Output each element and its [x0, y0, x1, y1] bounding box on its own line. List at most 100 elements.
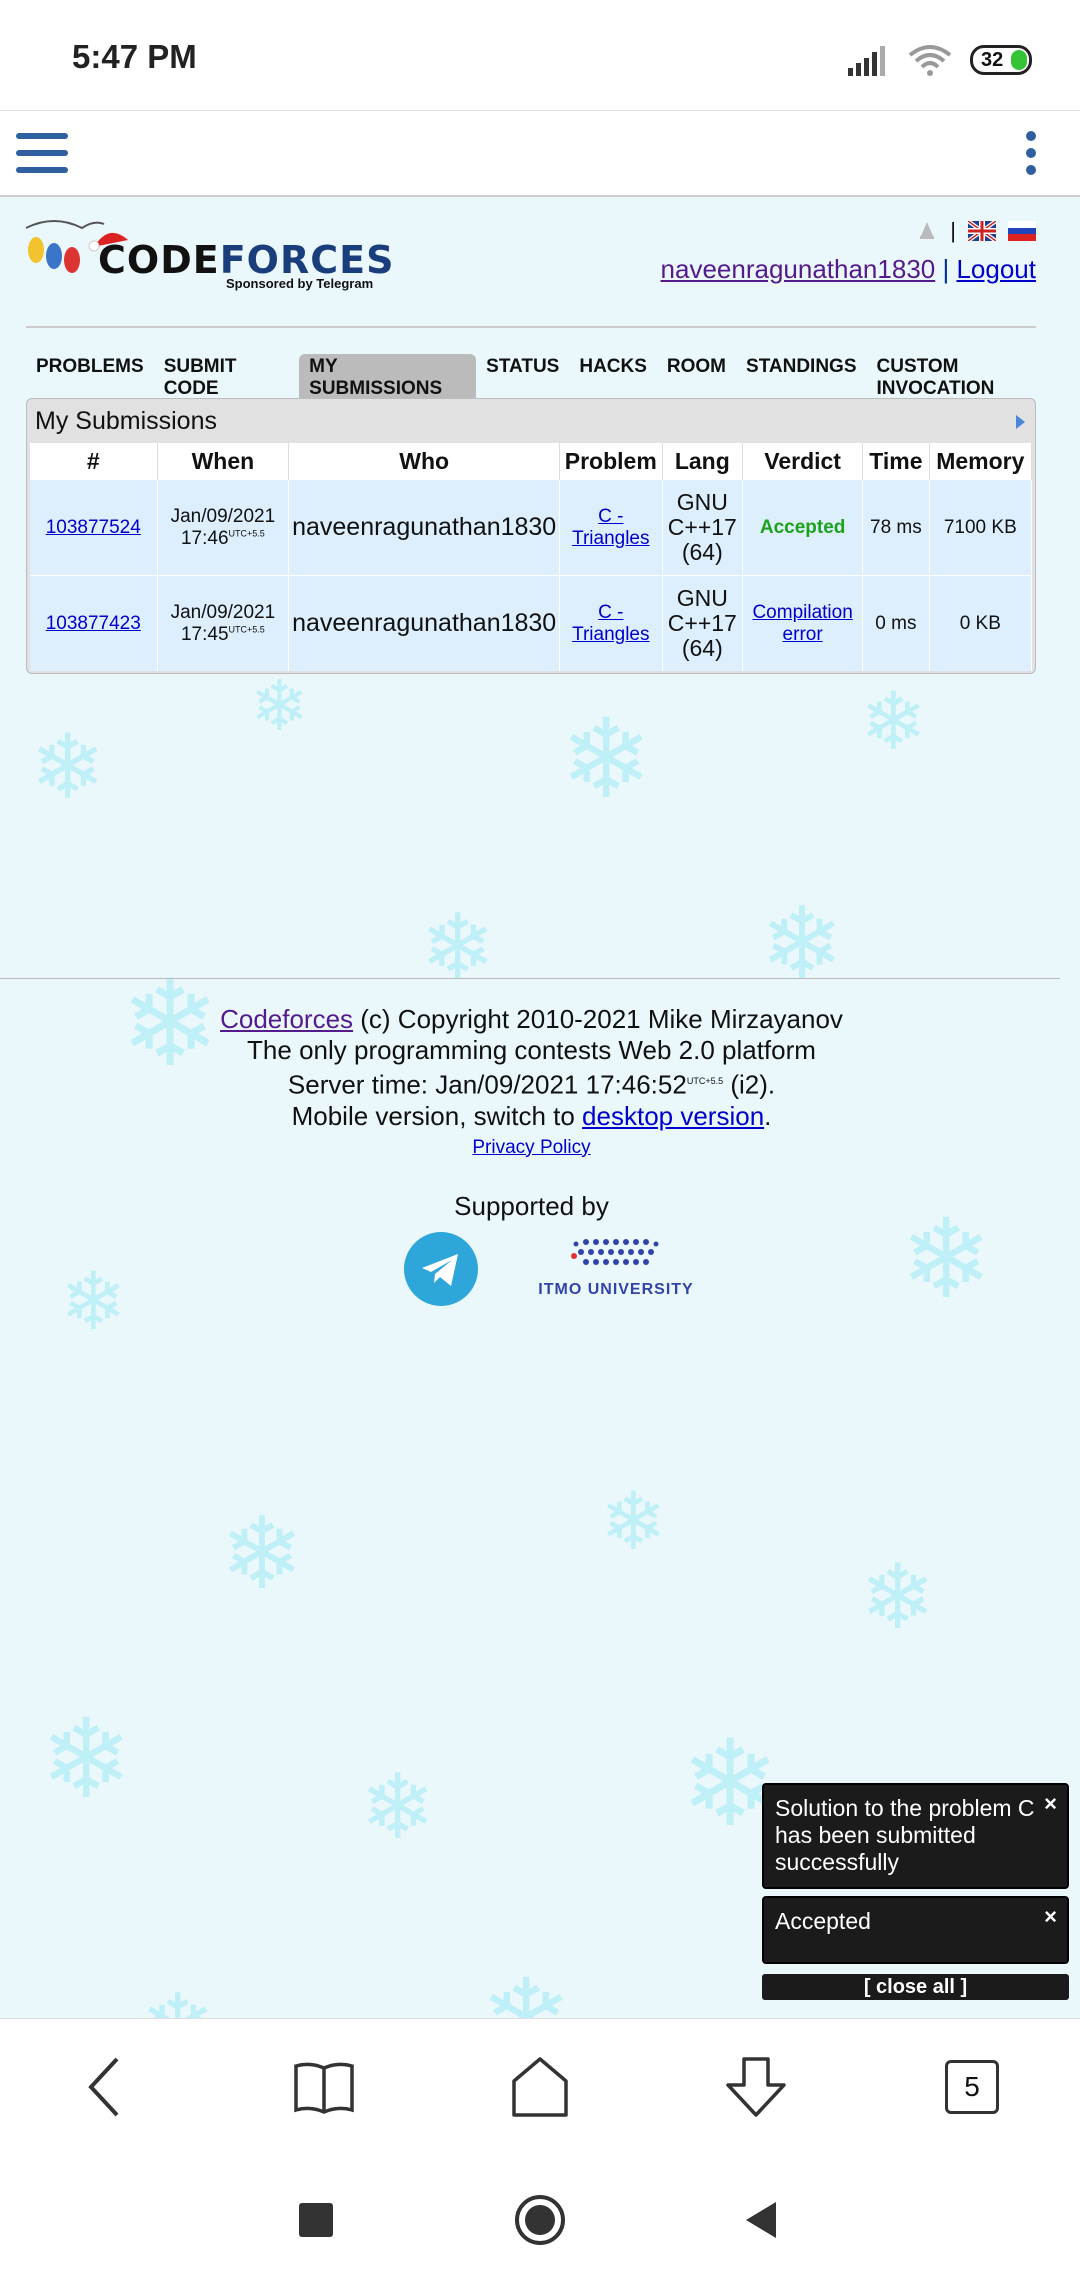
square-icon [299, 2203, 333, 2237]
circle-icon [515, 2195, 565, 2245]
logo-code-text: CODE [98, 238, 220, 282]
menu-custom-invocation[interactable]: CUSTOM INVOCATION [867, 354, 1080, 402]
tabs-button[interactable]: 5 [932, 2047, 1012, 2127]
menu-room[interactable]: ROOM [657, 354, 736, 402]
submission-id-link[interactable]: 103877423 [46, 613, 141, 634]
download-arrow-icon [726, 2057, 786, 2117]
menu-submit-code[interactable]: SUBMIT CODE [154, 354, 299, 402]
bookmarks-button[interactable] [284, 2047, 364, 2127]
user-links: naveenragunathan1830 | Logout [661, 254, 1036, 285]
itmo-dots-icon [571, 1239, 659, 1265]
recents-button[interactable] [286, 2190, 346, 2250]
system-navigation-bar [0, 2150, 1080, 2280]
itmo-logo[interactable]: ITMO UNIVERSITY [536, 1232, 696, 1299]
book-icon [294, 2062, 354, 2114]
copyright-line: Codeforces (c) Copyright 2010-2021 Mike … [0, 1004, 1063, 1035]
sponsors: ITMO UNIVERSITY [404, 1232, 704, 1312]
submissions-table: # When Who Problem Lang Verdict Time Mem… [30, 443, 1033, 671]
supported-by-label: Supported by [454, 1190, 609, 1221]
menu-my-submissions[interactable]: MY SUBMISSIONS [299, 354, 477, 402]
submission-time: 17:45 [180, 623, 229, 645]
submission-id-link[interactable]: 103877524 [46, 517, 141, 538]
mobile-prefix: Mobile version, switch to [291, 1100, 583, 1131]
desktop-version-link[interactable]: desktop version [582, 1101, 764, 1131]
main-menu: PROBLEMS SUBMIT CODE MY SUBMISSIONS STAT… [26, 354, 1080, 402]
menu-status[interactable]: STATUS [476, 354, 569, 402]
submission-when: Jan/09/2021 17:45UTC+5.5 [157, 575, 290, 671]
col-header-lang: Lang [662, 443, 744, 480]
table-row: 103877423 Jan/09/2021 17:45UTC+5.5 navee… [30, 575, 1033, 671]
more-options-icon[interactable] [1026, 131, 1038, 182]
lang-separator: | [950, 218, 956, 243]
submission-memory: 7100 KB [929, 479, 1033, 576]
logo-sponsor: Sponsored by Telegram [226, 276, 374, 291]
logout-link[interactable]: Logout [956, 254, 1036, 284]
tagline: The only programming contests Web 2.0 pl… [247, 1035, 816, 1065]
table-row: 103877524 Jan/09/2021 17:46UTC+5.5 navee… [30, 479, 1033, 576]
home-icon [512, 2057, 568, 2117]
problem-link[interactable]: C - Triangles [572, 506, 649, 549]
server-time-line: Server time: Jan/09/2021 17:46:52UTC+5.5… [0, 1066, 1063, 1101]
verdict-accepted: Accepted [742, 479, 864, 576]
user-separator: | [942, 254, 950, 284]
server-time: Server time: Jan/09/2021 17:46:52 [287, 1069, 687, 1100]
system-back-button[interactable] [732, 2190, 792, 2250]
russian-flag-icon[interactable] [1008, 221, 1036, 241]
wifi-icon [908, 45, 952, 76]
status-time: 5:47 PM [72, 38, 197, 75]
panel-arrow-icon[interactable] [1016, 415, 1025, 429]
home-button[interactable] [500, 2047, 580, 2127]
toast-accepted: Accepted × [762, 1896, 1069, 1964]
bell-icon[interactable] [916, 220, 938, 242]
close-all-button[interactable]: [ close all ] [762, 1974, 1069, 2000]
mobile-suffix: . [764, 1100, 772, 1131]
submission-time: 17:46 [180, 527, 229, 549]
privacy-policy-link[interactable]: Privacy Policy [472, 1137, 590, 1158]
system-home-button[interactable] [510, 2190, 570, 2250]
submission-when: Jan/09/2021 17:46UTC+5.5 [157, 479, 290, 576]
col-header-when: When [157, 443, 290, 480]
top-navigation-bar [0, 110, 1080, 197]
problem-link[interactable]: C - Triangles [572, 602, 649, 645]
server-tz: UTC+5.5 [686, 1076, 724, 1086]
toast-submitted-text: Solution to the problem C has been submi… [775, 1795, 1035, 1875]
toast-accepted-text: Accepted [775, 1908, 871, 1934]
menu-problems[interactable]: PROBLEMS [26, 354, 154, 402]
mobile-version-line: Mobile version, switch to desktop versio… [0, 1101, 1063, 1132]
toast-close-icon[interactable]: × [1044, 1904, 1057, 1930]
hamburger-menu-icon[interactable] [16, 133, 68, 175]
battery-level: 32 [981, 49, 1004, 71]
toast-close-icon[interactable]: × [1044, 1791, 1057, 1817]
menu-standings[interactable]: STANDINGS [736, 354, 866, 402]
submission-tz: UTC+5.5 [228, 624, 265, 635]
submission-lang: GNU C++17 (64) [662, 479, 744, 576]
submission-memory: 0 KB [929, 575, 1033, 671]
submission-tz: UTC+5.5 [228, 528, 265, 539]
server-suffix: (i2). [723, 1069, 776, 1100]
codeforces-logo[interactable]: CODEFORCES Sponsored by Telegram [24, 210, 393, 305]
submission-date: Jan/09/2021 [170, 601, 276, 623]
col-header-verdict: Verdict [742, 443, 864, 480]
col-header-problem: Problem [559, 443, 663, 480]
menu-hacks[interactable]: HACKS [569, 354, 657, 402]
downloads-button[interactable] [716, 2047, 796, 2127]
status-bar: 5:47 PM 32 [0, 0, 1080, 110]
submission-exec-time: 0 ms [862, 575, 930, 671]
telegram-logo[interactable] [404, 1232, 478, 1306]
submission-exec-time: 78 ms [862, 479, 930, 576]
itmo-name: ITMO UNIVERSITY [538, 1281, 694, 1298]
table-header-row: # When Who Problem Lang Verdict Time Mem… [30, 443, 1033, 480]
verdict-compilation-error-link[interactable]: Compilation error [752, 602, 852, 645]
footer-divider [0, 978, 1060, 979]
username-link[interactable]: naveenragunathan1830 [661, 254, 936, 284]
browser-toolbar: 5 [0, 2018, 1080, 2151]
submission-lang: GNU C++17 (64) [662, 575, 744, 671]
back-arrow-icon [88, 2057, 119, 2117]
codeforces-link[interactable]: Codeforces [220, 1004, 353, 1034]
col-header-id: # [30, 443, 158, 480]
status-icons: 32 [848, 40, 1032, 80]
submission-date: Jan/09/2021 [170, 505, 276, 527]
header-divider [26, 326, 1036, 328]
english-flag-icon[interactable] [968, 221, 996, 241]
back-button[interactable] [66, 2047, 146, 2127]
